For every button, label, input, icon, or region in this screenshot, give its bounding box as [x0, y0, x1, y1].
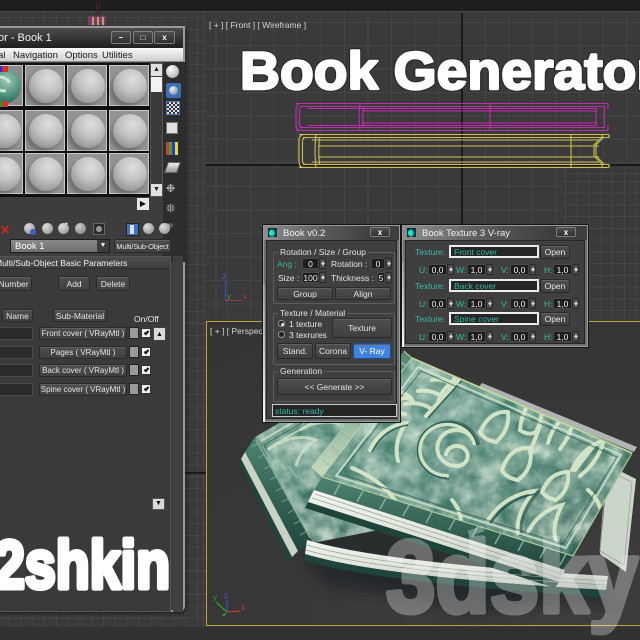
svg-text:2shkin: 2shkin — [0, 527, 170, 603]
